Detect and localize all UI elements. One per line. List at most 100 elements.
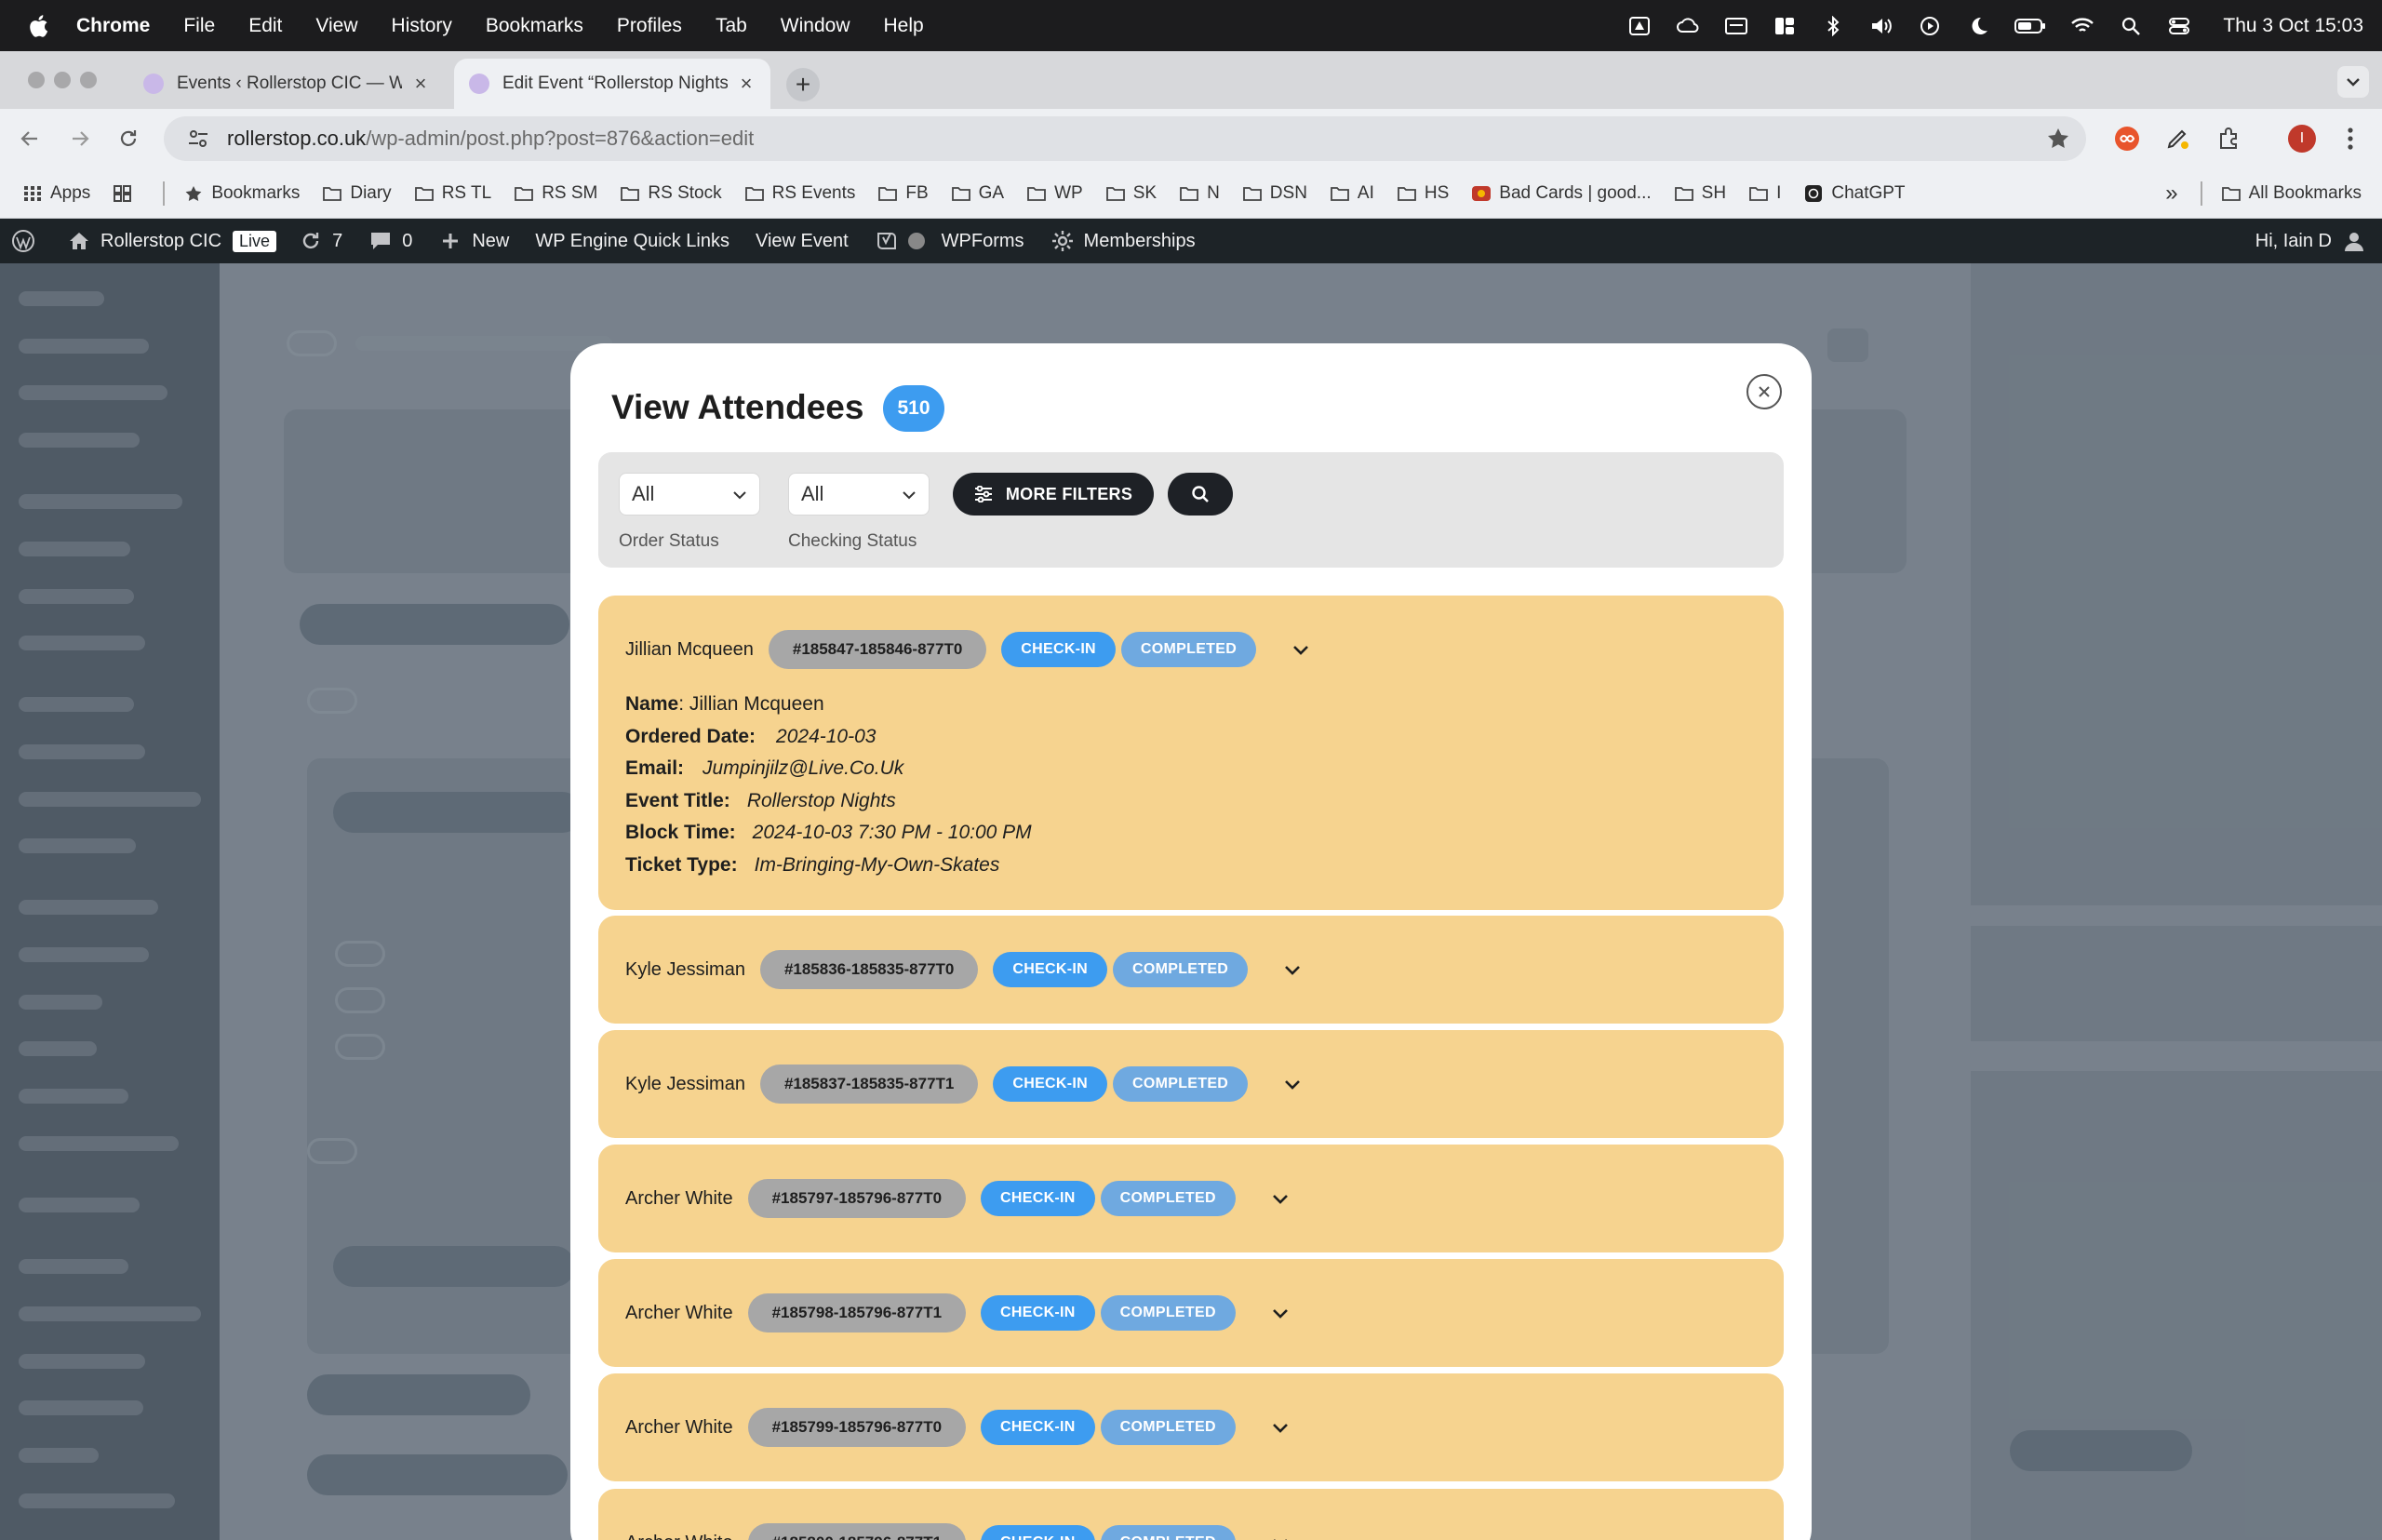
bookmark-folder-rs-sm[interactable]: RS SM <box>514 183 597 204</box>
attendee-card[interactable]: Kyle Jessiman #185837-185835-877T1 CHECK… <box>598 1030 1784 1138</box>
checking-status-select[interactable]: All <box>788 473 930 516</box>
profile-button[interactable]: I <box>2285 122 2319 155</box>
extension-button[interactable] <box>2110 122 2144 155</box>
menu-bookmarks[interactable]: Bookmarks <box>486 15 583 37</box>
bookmark-folder-rs-stock[interactable]: RS Stock <box>620 183 722 204</box>
menu-view[interactable]: View <box>315 15 357 37</box>
bookmark-chatgpt[interactable]: ChatGPT <box>1803 183 1906 204</box>
bookmark-tab-groups[interactable] <box>113 184 141 202</box>
attendee-card-header[interactable]: Archer White #185797-185796-877T0 CHECK-… <box>625 1145 1291 1252</box>
window-zoom-button[interactable] <box>80 72 97 88</box>
wp-my-account[interactable]: Hi, Iain D <box>2255 219 2365 263</box>
bookmark-folder-hs[interactable]: HS <box>1397 183 1449 204</box>
chevron-down-icon[interactable] <box>1269 1187 1291 1210</box>
attendee-card-header[interactable]: Archer White #185799-185796-877T0 CHECK-… <box>625 1373 1291 1481</box>
bookmark-folder-diary[interactable]: Diary <box>322 183 392 204</box>
tab-search-button[interactable] <box>2337 66 2369 98</box>
monitor-stats-icon[interactable] <box>1724 16 1748 36</box>
chevron-down-icon[interactable] <box>1269 1416 1291 1439</box>
window-close-button[interactable] <box>28 72 45 88</box>
menu-edit[interactable]: Edit <box>248 15 282 37</box>
cloud-sync-icon[interactable] <box>1676 16 1700 36</box>
search-button[interactable] <box>1168 473 1233 516</box>
check-in-button[interactable]: CHECK-IN <box>981 1181 1095 1216</box>
menu-help[interactable]: Help <box>884 15 924 37</box>
extension-pen-button[interactable] <box>2161 122 2194 155</box>
chevron-down-icon[interactable] <box>1269 1302 1291 1324</box>
wp-comments[interactable]: 0 <box>368 229 412 253</box>
chevron-down-icon[interactable] <box>1281 958 1304 981</box>
attendee-card-header[interactable]: Archer White #185800-185796-877T1 CHECK-… <box>625 1489 1291 1540</box>
wp-site-name[interactable]: Rollerstop CIC Live <box>67 229 277 253</box>
bookmark-all-bookmarks[interactable]: All Bookmarks <box>2221 183 2362 204</box>
check-in-button[interactable]: CHECK-IN <box>993 1066 1107 1102</box>
order-status-select[interactable]: All <box>619 473 760 516</box>
address-bar[interactable]: rollerstop.co.uk/wp-admin/post.php?post=… <box>164 116 2086 161</box>
new-tab-button[interactable]: + <box>786 68 820 101</box>
menu-profiles[interactable]: Profiles <box>617 15 682 37</box>
menu-app-name[interactable]: Chrome <box>76 15 150 37</box>
chevron-double-right-icon[interactable]: » <box>2165 181 2177 207</box>
bookmark-folder-sk[interactable]: SK <box>1105 183 1157 204</box>
attendee-card[interactable]: Kyle Jessiman #185836-185835-877T0 CHECK… <box>598 916 1784 1024</box>
wp-updates[interactable]: 7 <box>299 229 342 253</box>
wp-wpforms[interactable]: WPForms <box>942 231 1024 252</box>
site-info-icon[interactable] <box>186 127 210 151</box>
bookmark-folder-i[interactable]: I <box>1748 183 1781 204</box>
tab-edit-event[interactable]: Edit Event “Rollerstop Nights” × <box>454 59 770 109</box>
bookmark-star-icon[interactable] <box>2045 126 2071 152</box>
attendee-card-header[interactable]: Archer White #185798-185796-877T1 CHECK-… <box>625 1259 1291 1367</box>
menu-history[interactable]: History <box>392 15 452 37</box>
check-in-button[interactable]: CHECK-IN <box>1001 632 1116 667</box>
back-button[interactable] <box>15 124 45 154</box>
bookmark-folder-wp[interactable]: WP <box>1026 183 1083 204</box>
attendee-card[interactable]: Archer White #185799-185796-877T0 CHECK-… <box>598 1373 1784 1481</box>
wp-logo-button[interactable] <box>11 229 45 253</box>
attendee-card-header[interactable]: Kyle Jessiman #185836-185835-877T0 CHECK… <box>625 916 1304 1024</box>
bookmark-bookmarks[interactable]: Bookmarks <box>183 183 300 204</box>
bookmark-folder-fb[interactable]: FB <box>877 183 929 204</box>
reload-button[interactable] <box>114 124 143 154</box>
check-in-button[interactable]: CHECK-IN <box>993 952 1107 987</box>
more-filters-button[interactable]: MORE FILTERS <box>953 473 1154 516</box>
tab-close-icon[interactable]: × <box>411 74 430 94</box>
bookmark-bad-cards[interactable]: Bad Cards | good... <box>1471 183 1652 204</box>
apple-logo-icon[interactable] <box>28 14 48 38</box>
bookmark-folder-n[interactable]: N <box>1179 183 1220 204</box>
bookmark-folder-ga[interactable]: GA <box>951 183 1004 204</box>
attendee-card-header[interactable]: Kyle Jessiman #185837-185835-877T1 CHECK… <box>625 1030 1304 1138</box>
wp-new[interactable]: New <box>438 229 509 253</box>
volume-icon[interactable] <box>1869 16 1894 36</box>
forward-button[interactable] <box>65 124 95 154</box>
menubar-clock[interactable]: Thu 3 Oct 15:03 <box>2223 15 2363 37</box>
menu-tab[interactable]: Tab <box>716 15 747 37</box>
menu-file[interactable]: File <box>183 15 215 37</box>
spotlight-search-icon[interactable] <box>2119 16 2143 36</box>
attendee-card-header[interactable]: Jillian Mcqueen #185847-185846-877T0 CHE… <box>625 596 1312 703</box>
play-circle-icon[interactable] <box>1918 16 1942 36</box>
check-in-button[interactable]: CHECK-IN <box>981 1410 1095 1445</box>
attendee-card[interactable]: Archer White #185798-185796-877T1 CHECK-… <box>598 1259 1784 1367</box>
chevron-down-icon[interactable] <box>1269 1532 1291 1540</box>
bookmark-folder-rs-events[interactable]: RS Events <box>744 183 855 204</box>
tab-close-icon[interactable]: × <box>737 74 756 94</box>
chevron-down-icon[interactable] <box>1290 638 1312 661</box>
window-minimize-button[interactable] <box>54 72 71 88</box>
bookmark-folder-ai[interactable]: AI <box>1330 183 1374 204</box>
bookmark-apps[interactable]: Apps <box>22 183 90 204</box>
modal-close-button[interactable] <box>1746 374 1782 409</box>
bookmark-folder-dsn[interactable]: DSN <box>1242 183 1307 204</box>
drive-icon[interactable] <box>1627 16 1652 36</box>
control-center-icon[interactable] <box>2167 16 2191 36</box>
chrome-menu-button[interactable] <box>2334 122 2367 155</box>
wifi-icon[interactable] <box>2070 16 2094 36</box>
check-in-button[interactable]: CHECK-IN <box>981 1295 1095 1331</box>
tab-events[interactable]: Events ‹ Rollerstop CIC — Wo × <box>128 59 445 109</box>
chevron-down-icon[interactable] <box>1281 1073 1304 1095</box>
bookmark-folder-sh[interactable]: SH <box>1674 183 1726 204</box>
menu-window[interactable]: Window <box>781 15 850 37</box>
bookmark-folder-rs-tl[interactable]: RS TL <box>414 183 491 204</box>
attendee-card[interactable]: Archer White #185800-185796-877T1 CHECK-… <box>598 1489 1784 1540</box>
wp-view-event[interactable]: View Event <box>756 231 849 252</box>
window-layout-icon[interactable] <box>1773 16 1797 36</box>
